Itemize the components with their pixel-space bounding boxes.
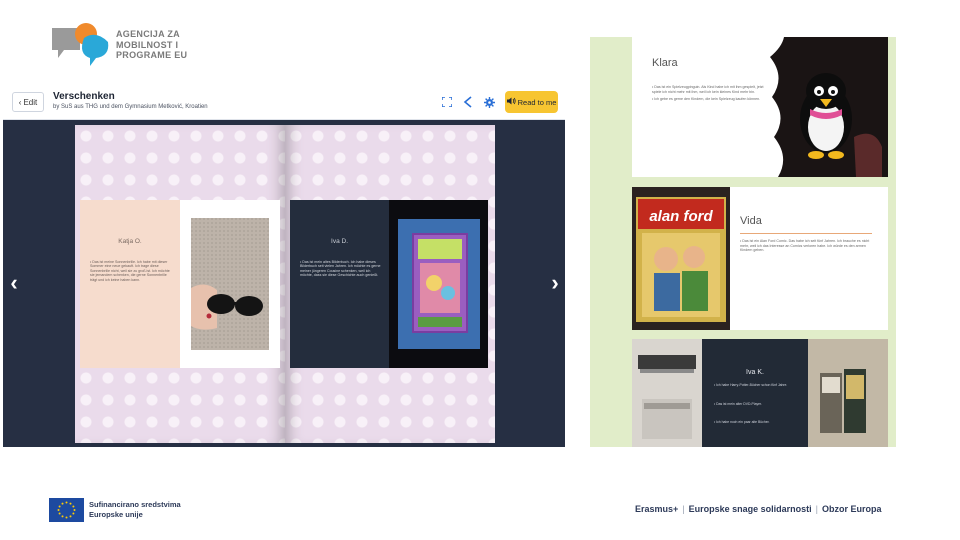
settings-icon[interactable] <box>481 93 497 111</box>
comic-photo: alan ford <box>632 187 730 330</box>
viewer-header: ‹ Edit Verschenken by SuS aus THG und de… <box>3 85 565 120</box>
book-spread: Katja O. • Das ist meine Sonnenbrille. I… <box>75 125 495 443</box>
comic-title: alan ford <box>649 208 713 225</box>
book-card: Iva D. • Das ist mein altes Bilderbuch. … <box>290 200 488 368</box>
speaker-icon <box>506 97 516 107</box>
eu-flag-icon <box>49 498 84 522</box>
student-name: Iva D. <box>331 238 349 245</box>
slide-vida: alan ford Vida • Das ist ein Alan Ford C… <box>632 187 888 330</box>
penguin-photo <box>764 37 888 177</box>
card-text: • Das ist meine Sonnenbrille. Ich habe m… <box>90 260 170 282</box>
title-divider <box>740 233 872 234</box>
chevron-left-icon: ‹ <box>18 97 22 107</box>
slide-title: Klara <box>652 57 678 69</box>
next-page-arrow[interactable]: › <box>548 270 562 296</box>
book-page-left: Katja O. • Das ist meine Sonnenbrille. I… <box>75 125 285 443</box>
student-name: Katja O. <box>118 238 142 245</box>
slide-klara: Klara • Das ist ein Spielzeugpinguin. Al… <box>632 37 888 177</box>
slide-text: • Ich habe Harry-Potter-Bücher schon fün… <box>714 383 788 425</box>
slides-panel: Klara • Das ist ein Spielzeugpinguin. Al… <box>590 37 896 447</box>
edit-button[interactable]: ‹ Edit <box>12 92 44 112</box>
dvd-player-photo <box>632 339 702 447</box>
slide-iva-k: Iva K. • Ich habe Harry-Potter-Bücher sc… <box>632 339 888 447</box>
eu-cofunded-label: Sufinancirano sredstvima Europske unije <box>89 500 181 519</box>
book-subtitle: by SuS aus THG und dem Gymnasium Metkovi… <box>53 104 208 110</box>
card-text: • Das ist mein altes Bilderbuch. Ich hab… <box>300 260 381 278</box>
agency-name: AGENCIJA ZA MOBILNOST I PROGRAME EU <box>116 29 188 60</box>
agency-logo: AGENCIJA ZA MOBILNOST I PROGRAME EU <box>50 20 200 70</box>
slide-text: • Das ist ein Alan Ford Comic. Das habe … <box>740 239 870 253</box>
fullscreen-icon[interactable] <box>439 93 455 111</box>
picture-book-photo <box>389 200 488 368</box>
read-to-me-button[interactable]: Read to me <box>505 91 558 113</box>
book-title: Verschenken <box>53 91 115 102</box>
books-photo <box>808 339 888 447</box>
slide-title: Iva K. <box>746 369 764 376</box>
agency-logo-icon <box>52 23 109 66</box>
flipbook-viewer: ‹ Edit Verschenken by SuS aus THG und de… <box>3 85 565 447</box>
previous-page-arrow[interactable]: ‹ <box>7 270 21 296</box>
programmes-list: Erasmus+ | Europske snage solidarnosti | Obz… <box>635 504 882 514</box>
book-page-right: Iva D. • Das ist mein altes Bilderbuch. … <box>285 125 495 443</box>
share-icon[interactable] <box>460 93 476 111</box>
book-card: Katja O. • Das ist meine Sonnenbrille. I… <box>80 200 280 368</box>
slide-text: • Das ist ein Spielzeugpinguin. Als Kind… <box>652 85 764 102</box>
sunglasses-photo <box>180 200 280 368</box>
slide-title: Vida <box>740 215 762 227</box>
